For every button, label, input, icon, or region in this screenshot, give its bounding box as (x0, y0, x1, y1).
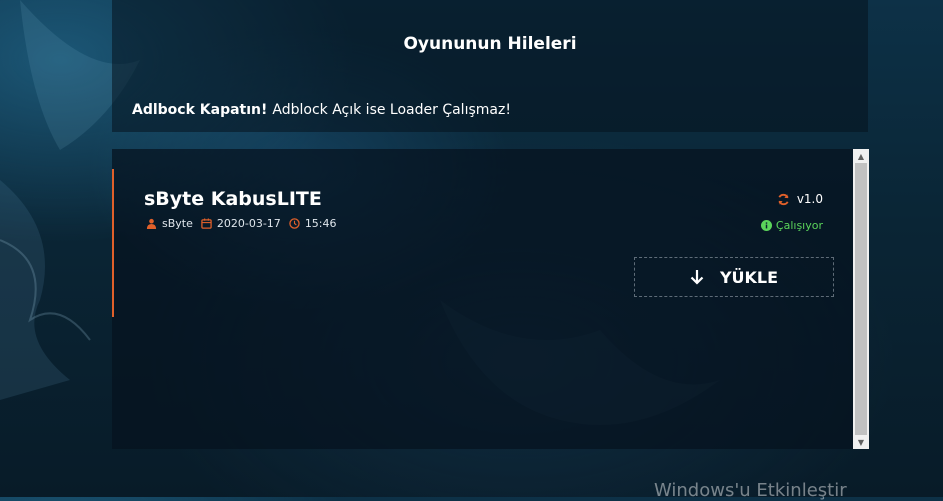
page-header: Oyununun Hileleri (112, 0, 868, 88)
notice-bold: Adlbock Kapatın! (132, 102, 268, 118)
windows-activation-watermark: Windows'u Etkinleştir (654, 480, 847, 501)
scroll-down-icon[interactable]: ▼ (853, 435, 869, 449)
calendar-icon (201, 218, 212, 229)
load-button[interactable]: YÜKLE (634, 257, 834, 297)
info-icon (760, 220, 772, 231)
scroll-up-icon[interactable]: ▲ (853, 149, 869, 163)
cheat-time: 15:46 (304, 217, 337, 230)
page-title: Oyununun Hileleri (403, 34, 577, 54)
notice-text: Adblock Açık ise Loader Çalışmaz! (272, 102, 511, 118)
cheat-date: 2020-03-17 (216, 217, 281, 230)
list-item: sByte KabusLITE sByte 2020-03-17 15:46 v… (112, 169, 853, 317)
arrow-down-icon (690, 270, 704, 285)
clock-icon (289, 218, 300, 229)
cheat-version: v1.0 (777, 192, 823, 206)
cheat-name: sByte KabusLITE (144, 188, 322, 210)
refresh-icon (778, 193, 789, 205)
user-icon (146, 218, 157, 229)
scrollbar-thumb[interactable] (855, 163, 867, 435)
status-badge: Çalışıyor (760, 219, 823, 232)
scrollbar[interactable]: ▲ ▼ (853, 149, 869, 449)
status-text: Çalışıyor (775, 219, 823, 232)
adblock-notice: Adlbock Kapatın! Adblock Açık ise Loader… (112, 88, 868, 132)
version-text: v1.0 (796, 192, 823, 206)
cheat-author: sByte (162, 217, 193, 230)
cheat-list: sByte KabusLITE sByte 2020-03-17 15:46 v… (112, 149, 853, 449)
cheat-meta: sByte 2020-03-17 15:46 (146, 217, 345, 230)
load-button-label: YÜKLE (719, 267, 779, 287)
